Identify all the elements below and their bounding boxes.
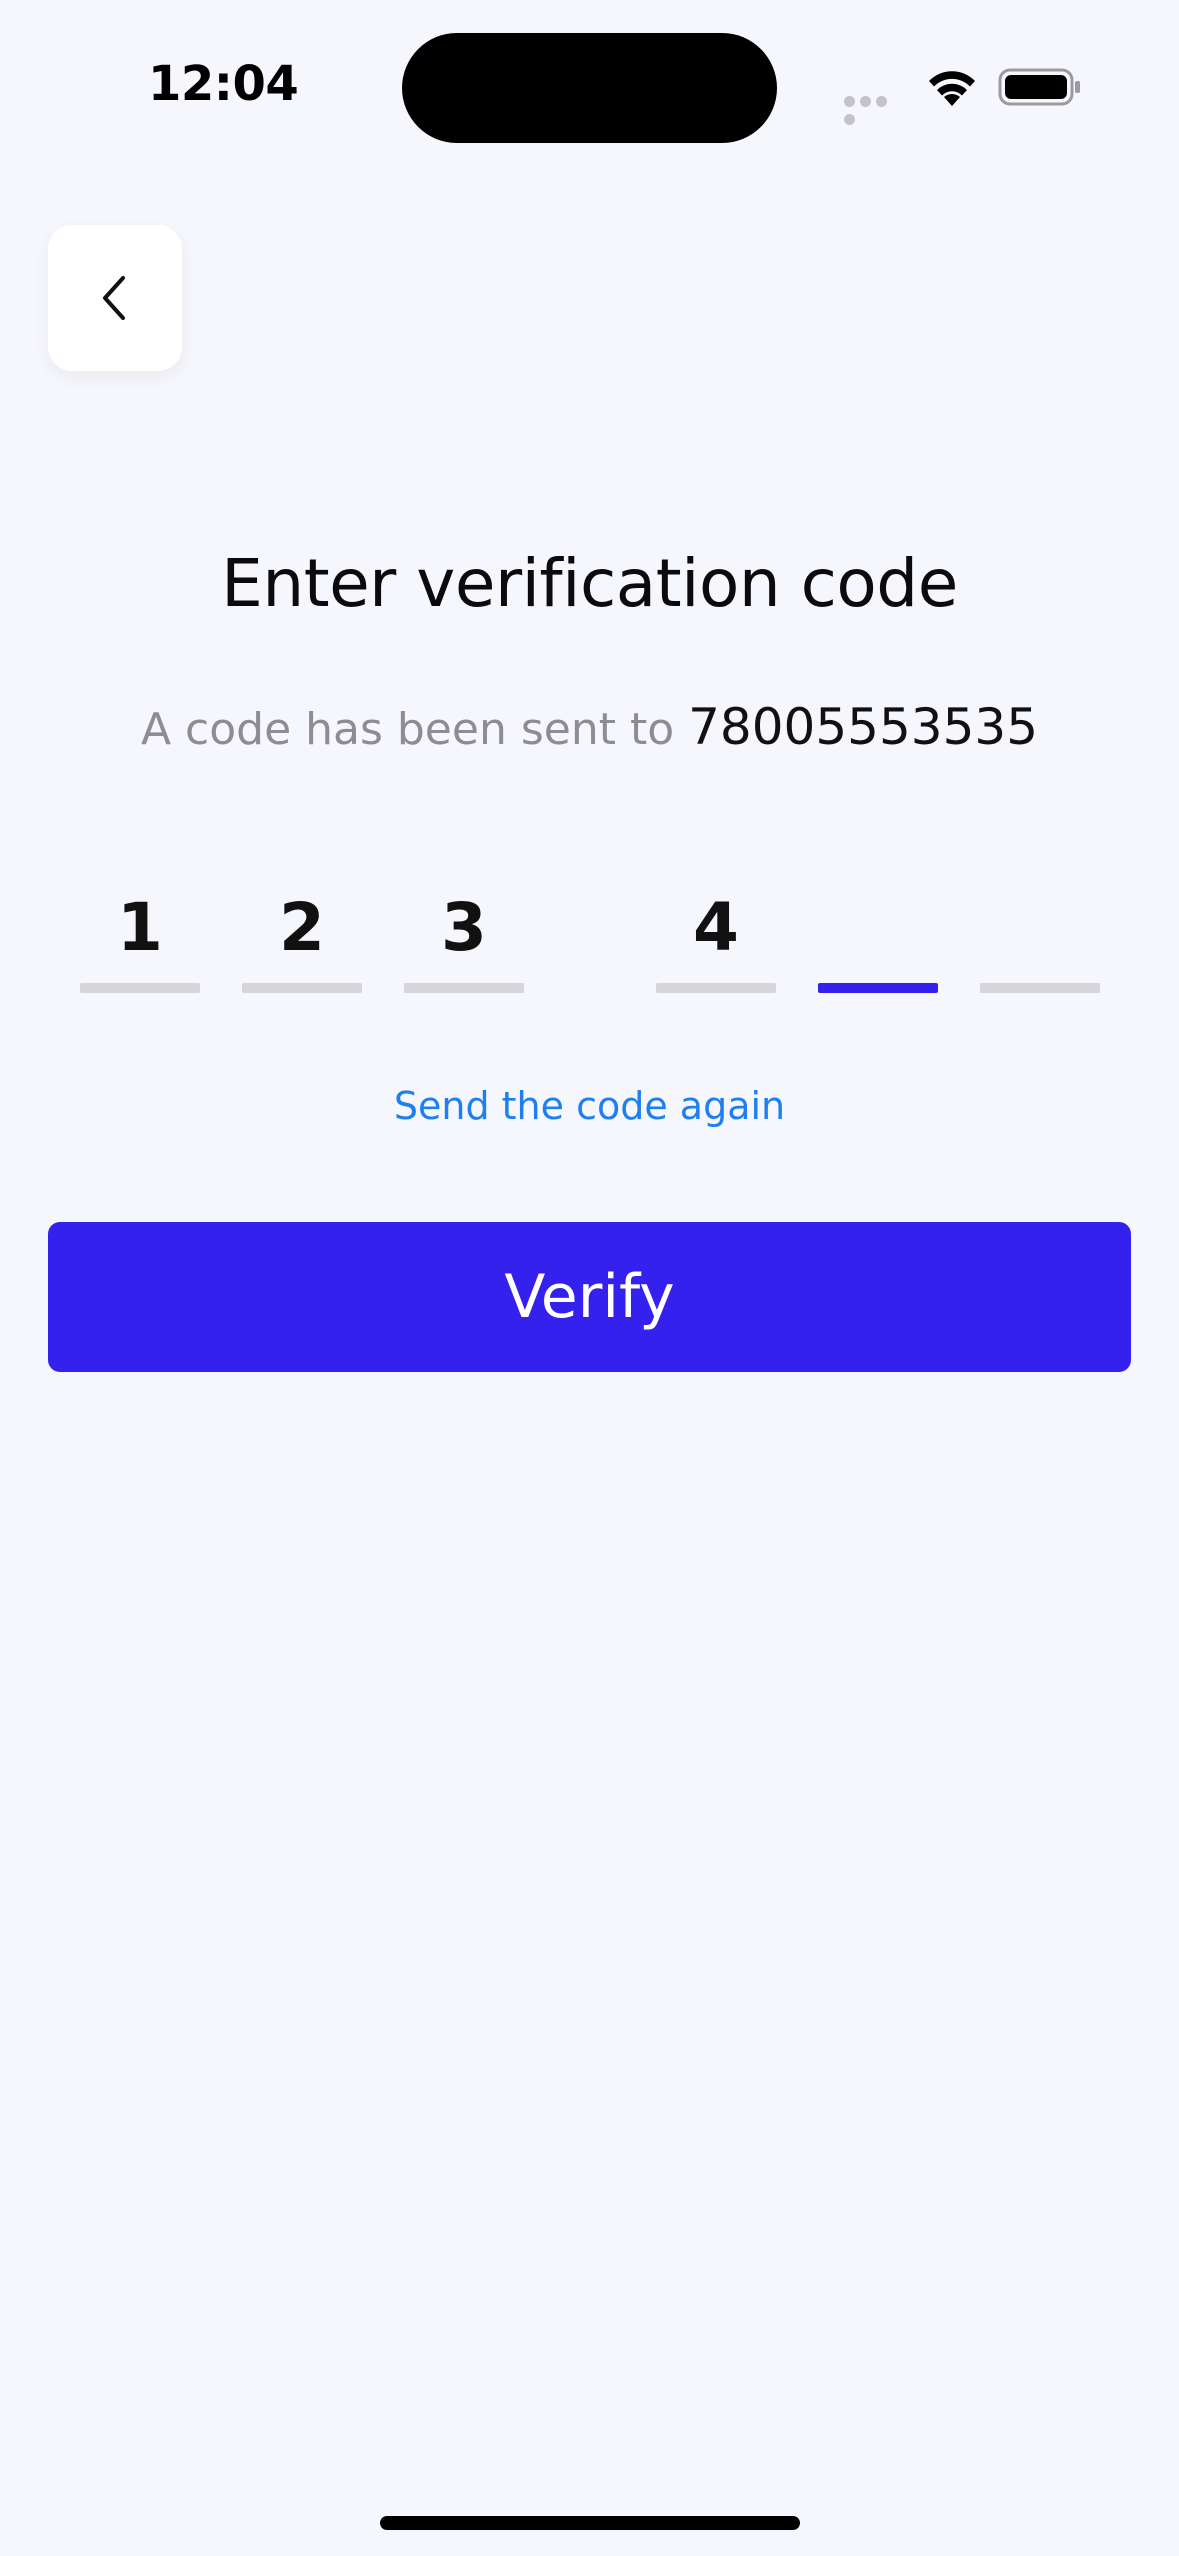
code-digit-value: 2 [279, 889, 325, 966]
chevron-left-icon [103, 276, 125, 320]
wifi-icon [924, 66, 980, 108]
phone-number: 78005553535 [688, 698, 1039, 756]
page-title: Enter verification code [221, 545, 958, 622]
cellular-signal-icon [844, 94, 906, 125]
battery-icon [998, 66, 1082, 108]
code-digit-4[interactable]: 4 [656, 880, 776, 995]
code-sent-message: A code has been sent to 78005553535 [0, 698, 1179, 756]
code-digit-6[interactable] [980, 880, 1100, 995]
code-digit-3[interactable]: 3 [404, 880, 524, 995]
dynamic-island [402, 33, 777, 143]
code-digit-1[interactable]: 1 [80, 880, 200, 995]
code-digit-underline [242, 983, 362, 993]
resend-code-link[interactable]: Send the code again [0, 1084, 1179, 1128]
home-indicator [380, 2516, 800, 2530]
code-digit-5[interactable] [818, 880, 938, 995]
code-digit-value: 3 [441, 889, 487, 966]
code-digit-underline-active [818, 983, 938, 993]
code-digit-underline [80, 983, 200, 993]
back-button[interactable] [48, 225, 182, 371]
code-digit-underline [404, 983, 524, 993]
code-sent-prefix: A code has been sent to [140, 704, 675, 755]
code-digit-value: 1 [117, 889, 163, 966]
code-digit-value: 4 [693, 889, 739, 966]
code-digit-2[interactable]: 2 [242, 880, 362, 995]
verify-button[interactable]: Verify [48, 1222, 1131, 1372]
code-digit-underline [656, 983, 776, 993]
status-time: 12:04 [148, 56, 299, 112]
code-digit-underline [980, 983, 1100, 993]
